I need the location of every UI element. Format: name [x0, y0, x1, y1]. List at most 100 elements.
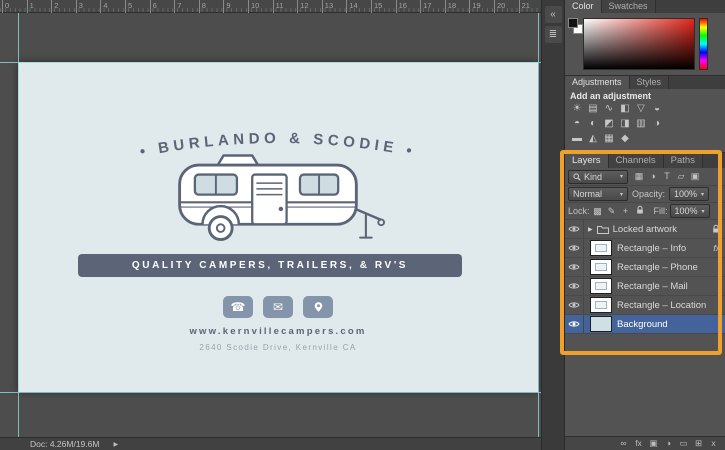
mail-icon: ✉ [263, 296, 293, 318]
ruler-tick: 16 [396, 0, 407, 13]
chevron-down-icon: ▾ [620, 173, 623, 180]
ruler-tick: 2 [51, 0, 58, 13]
filter-adjustment-layers-icon[interactable]: ◑ [646, 170, 660, 183]
adjustments-panel-tabs: Adjustments Styles [565, 76, 725, 89]
selective-color-icon[interactable]: ◆ [617, 132, 633, 146]
gradient-map-icon[interactable]: ▦ [601, 132, 617, 146]
guide-vertical-left[interactable] [18, 13, 19, 437]
posterize-icon[interactable]: ▬ [569, 132, 585, 146]
layer-thumbnail[interactable] [590, 316, 612, 332]
blend-mode-dropdown[interactable]: Normal ▾ [568, 187, 628, 201]
lock-position-icon[interactable]: + [620, 205, 632, 217]
layers-panel: Layers Channels Paths Kind ▾ ▦◑T▱▣ Norma… [565, 153, 725, 450]
ruler-tick: 7 [174, 0, 181, 13]
invert-icon[interactable]: ◑ [649, 117, 665, 131]
filter-type-layers-icon[interactable]: T [660, 170, 674, 183]
color-balance-icon[interactable]: ◓ [569, 117, 585, 131]
add-adjustment-label: Add an adjustment [565, 89, 725, 102]
status-flyout-arrow-icon[interactable]: ▶ [113, 441, 118, 448]
filter-pixel-layers-icon[interactable]: ▦ [632, 170, 646, 183]
color-panel-tabs: Color Swatches [565, 0, 725, 13]
canvas-pasteboard[interactable]: • BURLANDO & SCODIE • [0, 13, 541, 437]
visibility-eye-icon[interactable] [565, 296, 584, 314]
layer-thumbnail[interactable] [590, 297, 612, 313]
contact-icons-row: ☎ ✉ [18, 296, 538, 318]
status-bar: Doc: 4.26M/19.6M ▶ [0, 437, 541, 450]
threshold-icon[interactable]: ◭ [585, 132, 601, 146]
layer-name: Rectangle – Mail [617, 281, 688, 292]
lock-paint-icon[interactable]: ✎ [606, 205, 618, 217]
right-panel-column: Color Swatches Adjustments Styles Add an… [565, 0, 725, 450]
brightness-contrast-icon[interactable]: ☀ [569, 102, 585, 116]
layer-list: ▶ Locked artwork Rectangle – Info f [565, 220, 725, 334]
link-layers-icon[interactable]: ∞ [616, 437, 631, 450]
layer-fx-badge[interactable]: fx [713, 243, 720, 253]
guide-horizontal-top[interactable] [0, 62, 541, 63]
new-group-icon[interactable]: ▭ [676, 437, 691, 450]
layer-style-fx-icon[interactable]: fx [631, 437, 646, 450]
business-card-artwork[interactable]: • BURLANDO & SCODIE • [18, 62, 538, 392]
visibility-eye-icon[interactable] [565, 315, 584, 333]
visibility-eye-icon[interactable] [565, 258, 584, 276]
channel-mixer-icon[interactable]: ◨ [617, 117, 633, 131]
ruler-tick: 11 [273, 0, 284, 13]
tab-styles[interactable]: Styles [630, 76, 670, 89]
filter-shape-layers-icon[interactable]: ▱ [674, 170, 688, 183]
group-disclosure-icon[interactable]: ▶ [588, 226, 593, 233]
opacity-label: Opacity: [632, 189, 665, 199]
new-layer-icon[interactable]: ⊞ [691, 437, 706, 450]
ruler-tick: 4 [100, 0, 107, 13]
exposure-icon[interactable]: ◧ [617, 102, 633, 116]
layer-row-rectangle-phone[interactable]: Rectangle – Phone [565, 258, 725, 277]
add-layer-mask-icon[interactable]: ▣ [646, 437, 661, 450]
foreground-color-chip[interactable] [568, 18, 578, 28]
layer-row-rectangle-mail[interactable]: Rectangle – Mail [565, 277, 725, 296]
tab-channels[interactable]: Channels [609, 153, 664, 168]
expand-panels-icon[interactable]: « [545, 6, 562, 23]
levels-icon[interactable]: ▤ [585, 102, 601, 116]
visibility-eye-icon[interactable] [565, 277, 584, 295]
location-icon [303, 296, 333, 318]
phone-icon: ☎ [223, 296, 253, 318]
layer-row-locked-artwork[interactable]: ▶ Locked artwork [565, 220, 725, 239]
tab-swatches[interactable]: Swatches [602, 0, 656, 13]
visibility-eye-icon[interactable] [565, 239, 584, 257]
tab-layers[interactable]: Layers [565, 153, 609, 168]
delete-layer-icon[interactable]: x [706, 437, 721, 450]
layer-row-rectangle-location[interactable]: Rectangle – Location [565, 296, 725, 315]
filter-kind-dropdown[interactable]: Kind ▾ [568, 170, 628, 184]
layer-thumbnail[interactable] [590, 240, 612, 256]
curves-icon[interactable]: ∿ [601, 102, 617, 116]
ruler-tick: 12 [297, 0, 308, 13]
tab-color[interactable]: Color [565, 0, 602, 13]
guide-vertical-right[interactable] [538, 13, 539, 437]
layer-thumbnail[interactable] [590, 259, 612, 275]
tab-paths[interactable]: Paths [664, 153, 703, 168]
guide-horizontal-bottom[interactable] [0, 392, 541, 393]
new-adjustment-layer-icon[interactable]: ◑ [661, 437, 676, 450]
color-lookup-icon[interactable]: ▥ [633, 117, 649, 131]
filter-smart-objects-icon[interactable]: ▣ [688, 170, 702, 183]
camper-illustration [168, 144, 388, 251]
vibrance-icon[interactable]: ▽ [633, 102, 649, 116]
horizontal-ruler[interactable]: 0123456789101112131415161718192021 [0, 0, 541, 13]
layer-thumbnail[interactable] [590, 278, 612, 294]
visibility-eye-icon[interactable] [565, 220, 584, 238]
layer-row-rectangle-info[interactable]: Rectangle – Info fx [565, 239, 725, 258]
hue-saturation-icon[interactable]: ◒ [649, 102, 665, 116]
history-panel-icon[interactable]: ≣ [545, 26, 562, 43]
ruler-tick: 3 [76, 0, 83, 13]
lock-transparency-icon[interactable]: ▩ [592, 205, 604, 217]
black-white-icon[interactable]: ◐ [585, 117, 601, 131]
layer-row-background[interactable]: Background [565, 315, 725, 334]
opacity-value-dropdown[interactable]: 100% ▾ [669, 187, 709, 201]
hue-slider[interactable] [699, 18, 708, 70]
lock-all-icon[interactable] [634, 205, 646, 217]
tab-adjustments[interactable]: Adjustments [565, 76, 630, 89]
layer-name: Locked artwork [613, 224, 677, 235]
layer-name: Rectangle – Info [617, 243, 686, 254]
photo-filter-icon[interactable]: ◩ [601, 117, 617, 131]
fill-value-dropdown[interactable]: 100% ▾ [670, 204, 710, 218]
saturation-brightness-field[interactable] [583, 18, 695, 70]
panel-dock-strip: «≣ [541, 0, 565, 450]
